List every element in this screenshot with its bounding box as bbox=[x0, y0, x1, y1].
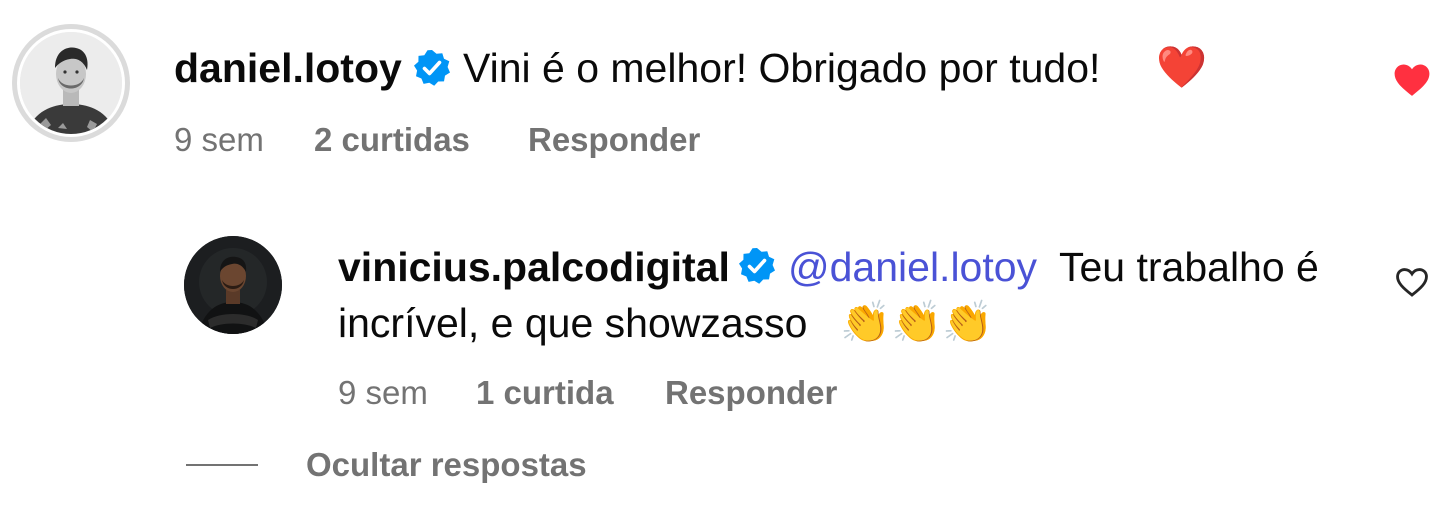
hide-replies-button[interactable]: Ocultar respostas bbox=[306, 446, 587, 484]
comment-username[interactable]: daniel.lotoy bbox=[174, 45, 402, 92]
reply-username[interactable]: vinicius.palcodigital bbox=[338, 244, 730, 291]
comment-likes-count[interactable]: 2 curtidas bbox=[314, 121, 470, 159]
reply-likes-count[interactable]: 1 curtida bbox=[476, 374, 614, 412]
reply-text-line2: incrível, e que showzasso bbox=[338, 300, 808, 346]
heart-outline-icon[interactable] bbox=[1395, 266, 1429, 298]
reply-avatar[interactable] bbox=[184, 236, 282, 334]
clapping-emoji: 👏👏👏 bbox=[840, 298, 994, 346]
verified-badge-icon bbox=[414, 50, 450, 86]
heart-filled-icon[interactable] bbox=[1393, 62, 1431, 98]
verified-badge-icon bbox=[739, 248, 775, 284]
comment-reply-button[interactable]: Responder bbox=[528, 121, 700, 159]
heart-emoji: ❤️ bbox=[1156, 43, 1208, 91]
reply-reply-button[interactable]: Responder bbox=[665, 374, 837, 412]
reply-timestamp: 9 sem bbox=[338, 374, 428, 411]
reply-text-line1: Teu trabalho é bbox=[1059, 244, 1319, 290]
hide-replies-line bbox=[186, 464, 258, 466]
avatar[interactable] bbox=[20, 32, 122, 134]
reply-mention-link[interactable]: @daniel.lotoy bbox=[788, 244, 1037, 291]
comment-timestamp: 9 sem bbox=[174, 121, 264, 158]
comment-text: Vini é o melhor! Obrigado por tudo! bbox=[463, 45, 1101, 91]
